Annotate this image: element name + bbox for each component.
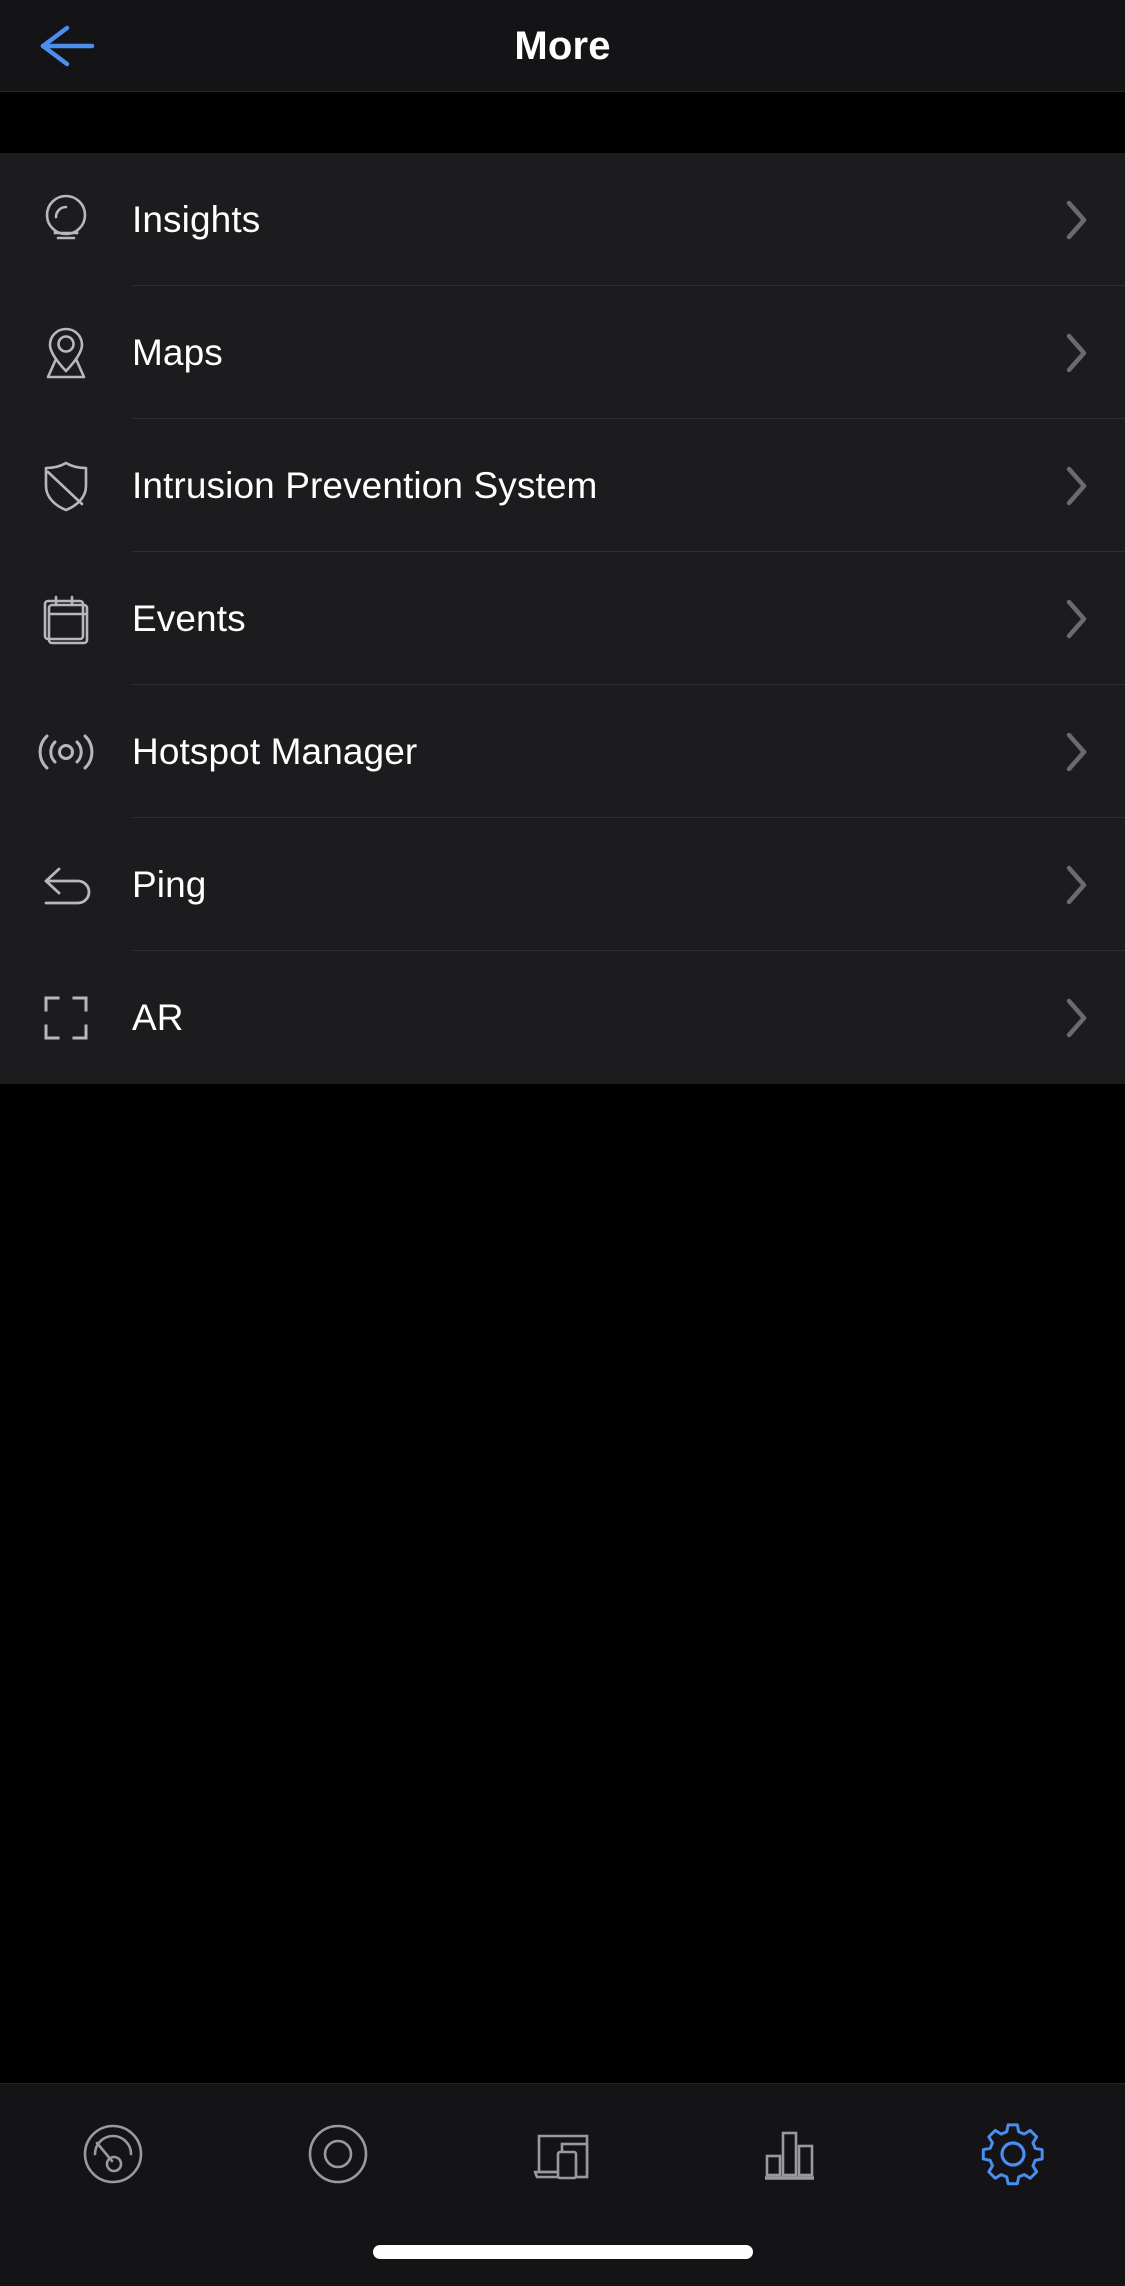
menu-item-label: Events [132,598,1029,640]
shield-slash-icon [0,419,132,552]
more-menu-list: Insights Maps [0,153,1125,1084]
tab-statistics[interactable] [675,2084,900,2224]
page-title: More [0,0,1125,92]
menu-item-insights[interactable]: Insights [0,153,1125,286]
menu-item-label: Insights [132,199,1029,241]
menu-item-label: Hotspot Manager [132,731,1029,773]
chevron-right-icon [1029,597,1125,641]
map-pin-icon [0,286,132,419]
devices-icon [525,2116,601,2192]
home-indicator[interactable] [373,2245,753,2259]
chevron-right-icon [1029,996,1125,1040]
bar-chart-icon [750,2116,826,2192]
menu-item-ping[interactable]: Ping [0,818,1125,951]
tab-more[interactable] [900,2084,1125,2224]
menu-item-maps[interactable]: Maps [0,286,1125,419]
chevron-right-icon [1029,331,1125,375]
concentric-circles-icon [300,2116,376,2192]
gear-icon [975,2116,1051,2192]
calendar-icon [0,552,132,685]
tab-wifi[interactable] [225,2084,450,2224]
menu-item-hotspot-manager[interactable]: Hotspot Manager [0,685,1125,818]
chevron-right-icon [1029,198,1125,242]
return-arrow-icon [0,818,132,951]
lightbulb-icon [0,153,132,286]
navigation-bar: More [0,0,1125,92]
menu-item-label: Maps [132,332,1029,374]
menu-item-ar[interactable]: AR [0,951,1125,1084]
tab-dashboard[interactable] [0,2084,225,2224]
chevron-right-icon [1029,730,1125,774]
scan-frame-icon [0,951,132,1084]
chevron-right-icon [1029,863,1125,907]
empty-area [0,1084,1125,2203]
speedometer-icon [75,2116,151,2192]
top-spacer [0,93,1125,153]
menu-item-label: Ping [132,864,1029,906]
tab-devices[interactable] [450,2084,675,2224]
bottom-tab-bar [0,2083,1125,2286]
menu-item-label: Intrusion Prevention System [132,465,1029,507]
menu-item-intrusion-prevention-system[interactable]: Intrusion Prevention System [0,419,1125,552]
broadcast-signal-icon [0,685,132,818]
menu-item-label: AR [132,997,1029,1039]
chevron-right-icon [1029,464,1125,508]
menu-item-events[interactable]: Events [0,552,1125,685]
